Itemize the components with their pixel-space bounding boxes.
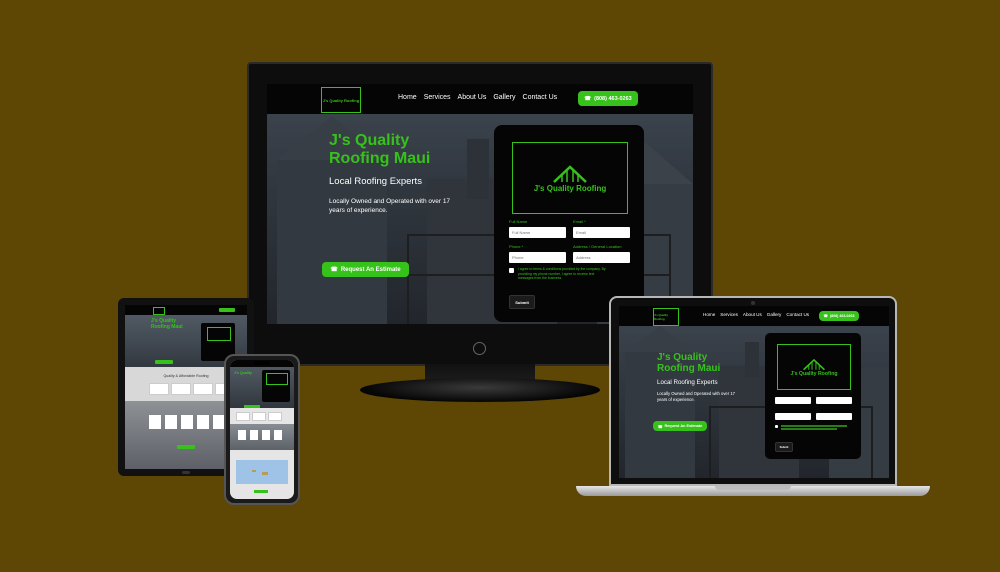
roof-logo-icon [803, 358, 825, 370]
phone-device: J's Quality [224, 354, 300, 505]
request-estimate-button[interactable]: ☎ Request An Estimate [322, 262, 409, 277]
site-nav: Home Services About Us Gallery Contact U… [398, 94, 557, 101]
hero-subtitle: Local Roofing Experts [329, 176, 422, 187]
laptop-navbar: J's Quality Roofing Home Services About … [619, 306, 889, 326]
laptop-submit-button[interactable]: Submit [775, 442, 793, 452]
laptop-phone-button[interactable]: ☎ (808) 463-0263 [819, 311, 859, 321]
email-label: Email * [573, 219, 586, 224]
laptop-nav-contact-us[interactable]: Contact Us [786, 312, 809, 317]
laptop-terms-checkbox[interactable] [775, 425, 778, 428]
laptop-site-logo[interactable]: J's Quality Roofing [653, 308, 679, 326]
phone-icon: ☎ [330, 267, 338, 273]
laptop-request-estimate-button[interactable]: ☎ Request An Estimate [653, 421, 707, 431]
terms-text: I agree to terms & conditions provided b… [518, 267, 606, 281]
full-name-input[interactable] [509, 227, 566, 238]
nav-services[interactable]: Services [424, 94, 451, 101]
phone-screen: J's Quality [230, 360, 294, 499]
laptop-nav-services[interactable]: Services [720, 312, 738, 317]
form-logo: J's Quality Roofing [512, 142, 628, 214]
laptop-hero-title: J's Quality Roofing Maui [657, 352, 721, 375]
monitor-power-button [473, 342, 486, 355]
laptop-form-logo: J's Quality Roofing [777, 344, 851, 390]
laptop-phone-input[interactable] [775, 413, 811, 420]
nav-about-us[interactable]: About Us [458, 94, 487, 101]
laptop-site-nav: Home Services About Us Gallery Contact U… [703, 312, 809, 317]
terms-checkbox[interactable] [509, 268, 514, 273]
email-input[interactable] [573, 227, 630, 238]
laptop-hero-subtitle: Local Roofing Experts [657, 379, 718, 386]
laptop-screen: J's Quality Roofing Home Services About … [619, 306, 889, 478]
phone-icon: ☎ [657, 424, 663, 429]
laptop-full-name-input[interactable] [775, 397, 811, 404]
monitor-screen: J's Quality Roofing Home Services About … [267, 84, 693, 324]
estimate-form: J's Quality Roofing Full Name Email * Ph… [494, 125, 644, 322]
site-navbar: J's Quality Roofing Home Services About … [267, 84, 693, 114]
nav-gallery[interactable]: Gallery [493, 94, 515, 101]
phone-label: Phone * [509, 244, 524, 249]
phone-icon: ☎ [823, 314, 828, 318]
laptop-estimate-form: J's Quality Roofing Submit [765, 333, 861, 459]
laptop-nav-gallery[interactable]: Gallery [767, 312, 782, 317]
site-logo[interactable]: J's Quality Roofing [321, 87, 361, 113]
hero-title: J's Quality Roofing Maui [329, 132, 431, 167]
laptop-device: J's Quality Roofing Home Services About … [609, 296, 897, 486]
tablet-hero-title: J's Quality Roofing Maui [151, 318, 183, 330]
full-name-label: Full Name [509, 219, 528, 224]
submit-button[interactable]: Submit [509, 295, 535, 309]
laptop-address-input[interactable] [816, 413, 852, 420]
laptop-nav-about-us[interactable]: About Us [743, 312, 762, 317]
phone-icon: ☎ [584, 95, 592, 102]
laptop-hero-description: Locally Owned and Operated with over 17 … [657, 391, 735, 402]
phone-button[interactable]: ☎ (808) 463-0263 [578, 91, 638, 106]
monitor-base [360, 378, 600, 402]
phone-input[interactable] [509, 252, 566, 263]
laptop-nav-home[interactable]: Home [703, 312, 715, 317]
address-label: Address / General Location [573, 244, 622, 249]
hero-description: Locally Owned and Operated with over 17 … [329, 198, 451, 215]
laptop-email-input[interactable] [816, 397, 852, 404]
phone-number: (808) 463-0263 [594, 95, 632, 102]
nav-contact-us[interactable]: Contact Us [523, 94, 558, 101]
address-input[interactable] [573, 252, 630, 263]
roof-logo-icon [553, 164, 587, 183]
nav-home[interactable]: Home [398, 94, 417, 101]
